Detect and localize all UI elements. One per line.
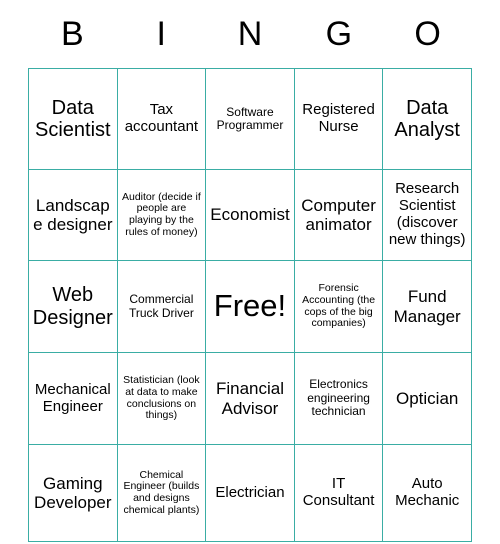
bingo-header-row: B I N G O (28, 0, 472, 68)
bingo-cell[interactable]: Chemical Engineer (builds and designs ch… (116, 444, 207, 542)
bingo-cell[interactable]: Auditor (decide if people are playing by… (116, 169, 207, 261)
bingo-cell[interactable]: Electrician (205, 444, 295, 542)
bingo-cell[interactable]: Financial Advisor (205, 352, 295, 445)
bingo-cell[interactable]: Commercial Truck Driver (116, 260, 207, 353)
bingo-row: Data Scientist Tax accountant Software P… (28, 68, 472, 170)
bingo-cell-free[interactable]: Free! (205, 260, 295, 353)
header-letter-n: N (237, 15, 263, 53)
bingo-cell[interactable]: Software Programmer (205, 68, 295, 170)
bingo-cell[interactable]: Economist (205, 169, 295, 261)
bingo-cell[interactable]: Data Scientist (28, 68, 118, 170)
bingo-cell[interactable]: Registered Nurse (293, 68, 384, 170)
bingo-cell[interactable]: Gaming Developer (28, 444, 118, 542)
bingo-cell[interactable]: Web Designer (28, 260, 118, 353)
bingo-cell[interactable]: Tax accountant (116, 68, 207, 170)
header-letter-o: O (414, 15, 441, 53)
bingo-cell[interactable]: Statistician (look at data to make concl… (116, 352, 207, 445)
bingo-cell[interactable]: Auto Mechanic (382, 444, 472, 542)
bingo-cell[interactable]: Optician (382, 352, 472, 445)
bingo-cell[interactable]: Research Scientist (discover new things) (382, 169, 472, 261)
bingo-row: Web Designer Commercial Truck Driver Fre… (28, 260, 472, 353)
bingo-grid: Data Scientist Tax accountant Software P… (28, 68, 472, 542)
header-letter-i: I (156, 15, 166, 53)
bingo-cell[interactable]: Fund Manager (382, 260, 472, 353)
bingo-row: Landscape designer Auditor (decide if pe… (28, 169, 472, 261)
bingo-card: B I N G O Data Scientist Tax accountant … (0, 0, 500, 544)
bingo-cell[interactable]: Forensic Accounting (the cops of the big… (293, 260, 384, 353)
bingo-cell[interactable]: Mechanical Engineer (28, 352, 118, 445)
bingo-cell[interactable]: IT Consultant (293, 444, 384, 542)
bingo-cell[interactable]: Computer animator (293, 169, 384, 261)
bingo-row: Mechanical Engineer Statistician (look a… (28, 352, 472, 445)
bingo-cell[interactable]: Data Analyst (382, 68, 472, 170)
bingo-row: Gaming Developer Chemical Engineer (buil… (28, 444, 472, 542)
bingo-cell[interactable]: Electronics engineering technician (293, 352, 384, 445)
header-letter-b: B (61, 15, 84, 53)
header-letter-g: G (325, 15, 353, 53)
bingo-cell[interactable]: Landscape designer (28, 169, 118, 261)
